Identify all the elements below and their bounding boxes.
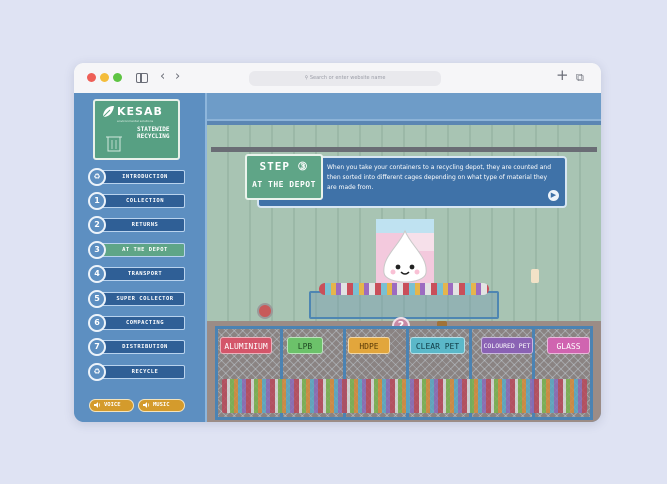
depot-scene: STEP ③ AT THE DEPOT When you take your c…	[207, 93, 601, 422]
sorting-table	[309, 291, 499, 319]
voice-label: VOICE	[104, 402, 121, 408]
nav-item-introduction[interactable]: ♻ INTRODUCTION	[88, 168, 185, 187]
nav-item-recycle[interactable]: ♻ RECYCLE	[88, 363, 185, 382]
nav-item-at-the-depot[interactable]: 3 AT THE DEPOT	[88, 241, 185, 260]
step-number-badge: 4	[88, 265, 106, 283]
recycling-mascot-icon	[376, 219, 434, 289]
music-label: MUSIC	[153, 402, 170, 408]
nav-label: COMPACTING	[97, 316, 185, 330]
maximize-window-button[interactable]	[113, 73, 122, 82]
nav-item-compacting[interactable]: 6 COMPACTING	[88, 314, 185, 333]
wall-bottle-icon	[257, 303, 273, 319]
speaker-icon	[94, 402, 101, 408]
containers-pile	[319, 283, 489, 295]
cage-label-clear-pet[interactable]: CLEAR PET	[410, 337, 465, 354]
next-arrow-button[interactable]: ▶	[548, 190, 559, 201]
address-bar-placeholder: Search or enter website name	[309, 75, 386, 81]
step-number-badge: 3	[88, 241, 106, 259]
recycle-icon: ♻	[88, 363, 106, 381]
step-number-badge: 2	[88, 216, 106, 234]
cage-label-hdpe[interactable]: HDPE	[348, 337, 390, 354]
step-subtitle: AT THE DEPOT	[252, 180, 316, 189]
logo-subtitle: environmental solutions	[117, 119, 154, 123]
wall-rail	[211, 147, 597, 152]
cage-label-lpb[interactable]: LPB	[287, 337, 323, 354]
new-tab-plus-icon[interactable]: +	[556, 67, 569, 83]
nav-label: SUPER COLLECTOR	[97, 292, 185, 306]
nav-item-super-collector[interactable]: 5 SUPER COLLECTOR	[88, 290, 185, 309]
voice-toggle-button[interactable]: VOICE	[89, 399, 134, 412]
step-title: STEP ③	[259, 160, 309, 173]
step-description: When you take your containers to a recyc…	[327, 164, 552, 191]
nav-label: TRANSPORT	[97, 267, 185, 281]
step-number-badge: 5	[88, 290, 106, 308]
step-number-badge: 7	[88, 338, 106, 356]
step-banner: STEP ③ AT THE DEPOT When you take your c…	[245, 154, 567, 208]
navigation-panel: KESAB environmental solutions STATEWIDE …	[74, 93, 207, 422]
nav-label: RECYCLE	[97, 365, 185, 379]
kesab-logo[interactable]: KESAB environmental solutions STATEWIDE …	[93, 99, 180, 160]
wall-carton-icon	[531, 269, 539, 283]
sidebar-toggle-icon[interactable]	[136, 73, 148, 83]
recycling-bin-icon	[106, 136, 122, 152]
nav-item-returns[interactable]: 2 RETURNS	[88, 216, 185, 235]
step-number-badge: 1	[88, 192, 106, 210]
music-toggle-button[interactable]: MUSIC	[138, 399, 185, 412]
nav-label: DISTRIBUTION	[97, 340, 185, 354]
close-window-button[interactable]	[87, 73, 96, 82]
scene-header	[207, 93, 601, 121]
sorted-containers	[222, 379, 587, 413]
tab-overview-icon[interactable]: ⧉	[576, 70, 584, 86]
nav-label: RETURNS	[97, 218, 185, 232]
minimize-window-button[interactable]	[100, 73, 109, 82]
address-bar[interactable]: ⚲ Search or enter website name	[249, 71, 441, 86]
step-number-badge: 6	[88, 314, 106, 332]
browser-titlebar: ‹ › ⚲ Search or enter website name + ⧉	[74, 63, 601, 94]
leaf-icon	[102, 106, 114, 118]
step-card: STEP ③ AT THE DEPOT	[245, 154, 323, 200]
app-content: KESAB environmental solutions STATEWIDE …	[74, 93, 601, 422]
cage-label-aluminium[interactable]: ALUMINIUM	[220, 337, 272, 354]
nav-label: COLLECTION	[97, 194, 185, 208]
logo-tagline: STATEWIDE RECYCLING	[137, 126, 170, 140]
browser-window: ‹ › ⚲ Search or enter website name + ⧉ K…	[74, 63, 601, 422]
cage-label-coloured-pet[interactable]: COLOURED PET	[481, 337, 533, 354]
nav-label: AT THE DEPOT	[97, 243, 185, 257]
cage-label-glass[interactable]: GLASS	[547, 337, 590, 354]
nav-item-transport[interactable]: 4 TRANSPORT	[88, 265, 185, 284]
speaker-icon	[143, 402, 150, 408]
logo-name: KESAB	[117, 105, 163, 118]
forward-arrow-icon[interactable]: ›	[175, 69, 180, 85]
nav-item-collection[interactable]: 1 COLLECTION	[88, 192, 185, 211]
back-arrow-icon[interactable]: ‹	[160, 69, 165, 85]
recycle-icon: ♻	[88, 168, 106, 186]
nav-label: INTRODUCTION	[97, 170, 185, 184]
nav-item-distribution[interactable]: 7 DISTRIBUTION	[88, 338, 185, 357]
